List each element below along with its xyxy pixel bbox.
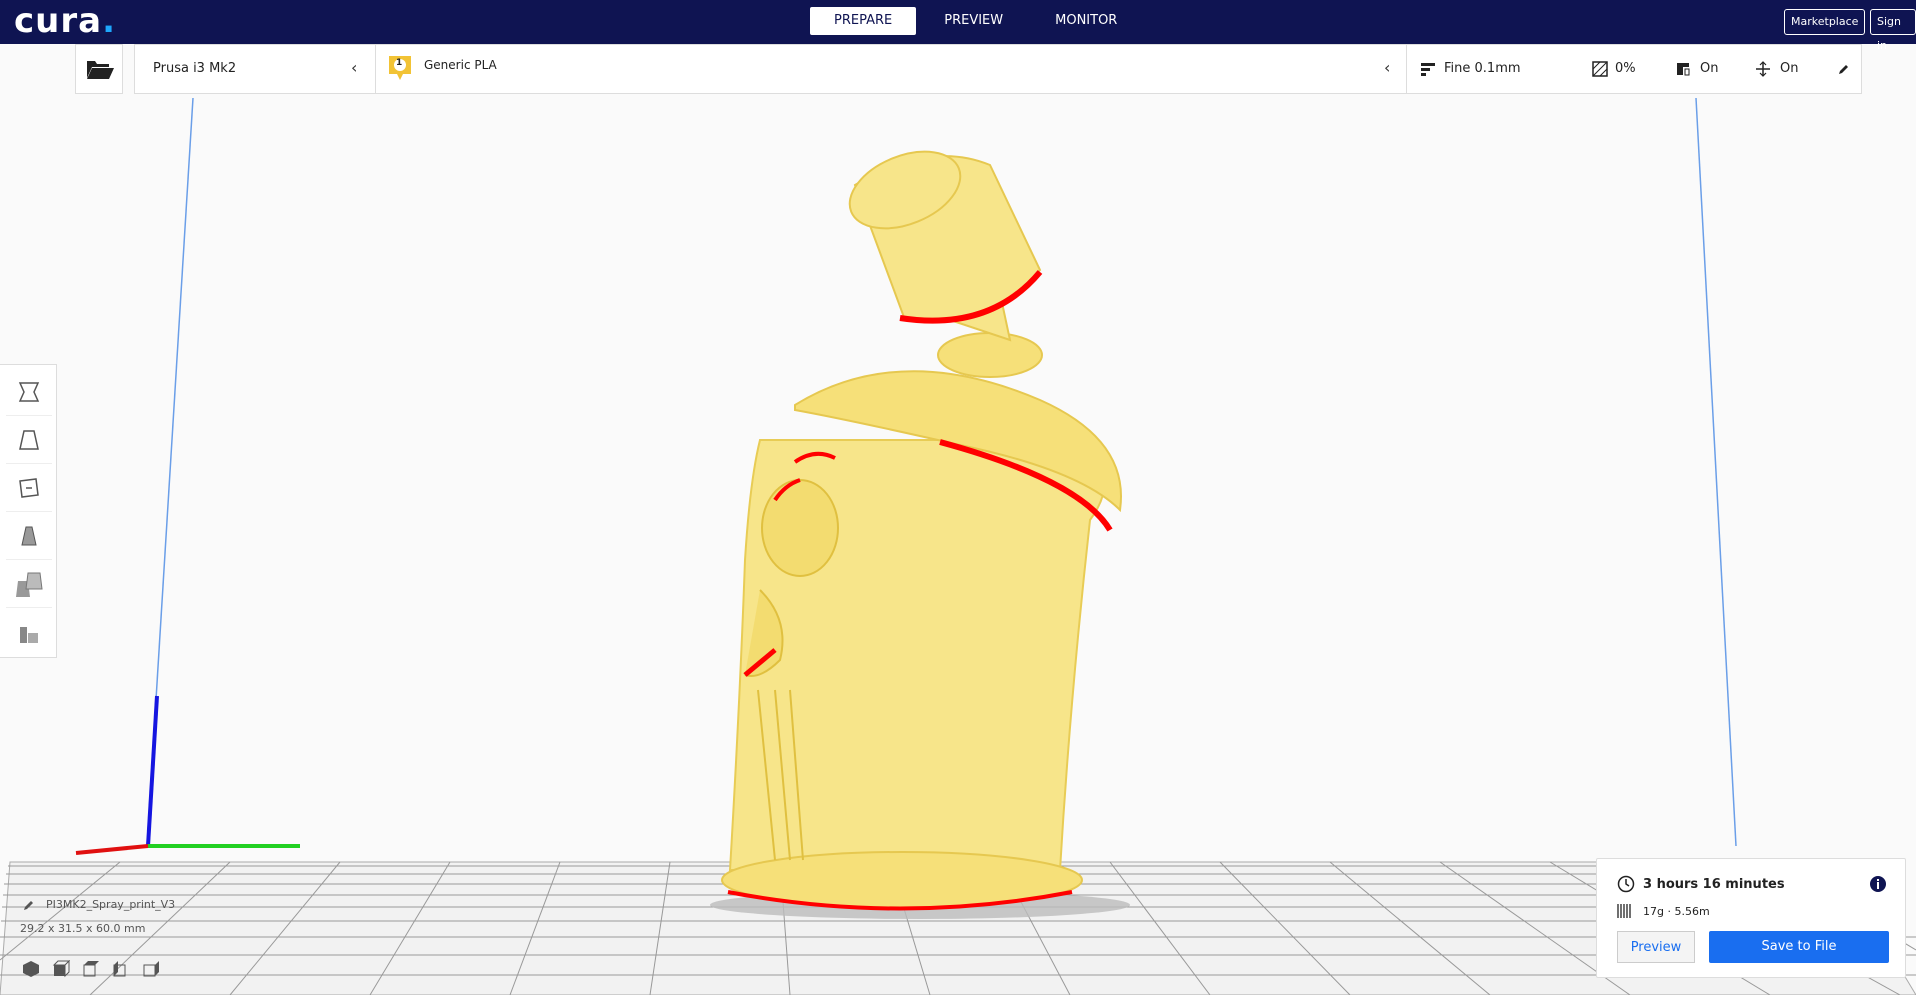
3d-view-icon[interactable] <box>22 960 40 978</box>
mirror-icon <box>21 526 37 546</box>
infill-value: 0% <box>1615 61 1636 76</box>
support-blocker-button[interactable] <box>6 609 52 655</box>
rotate-icon <box>19 478 39 498</box>
z-axis <box>146 695 159 847</box>
object-dimensions: 29.2 x 31.5 x 60.0 mm <box>20 922 146 935</box>
spray-can-model <box>721 150 1122 911</box>
front-view-icon[interactable] <box>52 960 70 978</box>
tab-monitor[interactable]: MONITOR <box>1031 7 1141 35</box>
print-info-panel: 3 hours 16 minutes 17g · 5.56m Preview S… <box>1596 858 1906 978</box>
pencil-icon[interactable] <box>22 900 34 912</box>
stage-tabs: PREPARE PREVIEW MONITOR <box>810 7 1141 35</box>
chevron-left-icon: ‹ <box>351 58 358 77</box>
sign-in-button[interactable]: Sign in <box>1870 9 1916 52</box>
print-settings-selector[interactable]: Fine 0.1mm 0% On On <box>1406 44 1862 94</box>
move-tool-button[interactable] <box>6 369 52 416</box>
left-tool-panel <box>0 364 57 658</box>
adhesion-value: On <box>1780 61 1799 76</box>
folder-open-icon <box>87 61 114 79</box>
material-selector[interactable]: 1 Generic PLA ‹ <box>375 44 1407 94</box>
chevron-left-icon: ‹ <box>1384 58 1391 77</box>
per-model-settings-button[interactable] <box>6 561 52 608</box>
right-view-icon[interactable] <box>142 960 160 978</box>
profile-icon <box>1421 63 1435 76</box>
tab-preview[interactable]: PREVIEW <box>920 7 1027 35</box>
move-icon <box>18 382 40 402</box>
material-usage: 17g · 5.56m <box>1643 905 1710 918</box>
logo-dot: . <box>102 1 116 41</box>
marketplace-button[interactable]: Marketplace <box>1784 9 1866 35</box>
support-icon <box>1677 63 1690 76</box>
printer-name: Prusa i3 Mk2 <box>153 61 237 76</box>
open-file-button[interactable] <box>75 44 123 94</box>
profile-label: Fine 0.1mm <box>1444 61 1521 76</box>
clock-icon <box>1617 875 1635 893</box>
x-axis <box>75 844 149 855</box>
left-view-icon[interactable] <box>112 960 130 978</box>
top-header-bar: cura. PREPARE PREVIEW MONITOR Marketplac… <box>0 0 1916 52</box>
scale-tool-button[interactable] <box>6 417 52 464</box>
logo-text: cura <box>14 1 103 41</box>
view-orientation-buttons <box>22 960 160 978</box>
preview-button[interactable]: Preview <box>1617 931 1695 963</box>
extruder-number: 1 <box>396 58 403 68</box>
rotate-tool-button[interactable] <box>6 465 52 512</box>
top-view-icon[interactable] <box>82 960 100 978</box>
adhesion-icon <box>1756 61 1770 77</box>
spool-icon <box>1617 904 1631 918</box>
tab-prepare[interactable]: PREPARE <box>810 7 917 35</box>
printer-selector[interactable]: Prusa i3 Mk2 ‹ <box>134 44 376 94</box>
mirror-tool-button[interactable] <box>6 513 52 560</box>
info-icon[interactable] <box>1869 875 1887 893</box>
cura-logo: cura. <box>14 4 116 38</box>
support-value: On <box>1700 61 1719 76</box>
object-name: PI3MK2_Spray_print_V3 <box>46 898 176 911</box>
scale-icon <box>19 430 39 450</box>
per-model-settings-icon <box>16 572 43 597</box>
print-time: 3 hours 16 minutes <box>1643 877 1785 892</box>
infill-icon <box>1592 61 1608 77</box>
support-blocker-icon <box>20 627 38 643</box>
material-name: Generic PLA <box>424 58 497 72</box>
pencil-icon[interactable] <box>1837 64 1849 76</box>
save-to-file-button[interactable]: Save to File <box>1709 931 1889 963</box>
